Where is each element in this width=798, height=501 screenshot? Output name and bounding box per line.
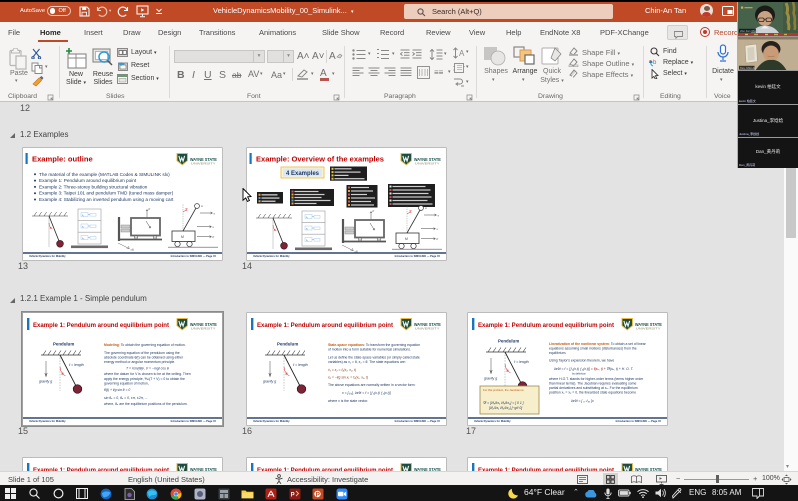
svg-text:Wei·Fan (Pua): Wei·Fan (Pua) <box>740 29 758 33</box>
svg-text:For this problem, the Jacobian: For this problem, the Jacobian is: <box>483 388 524 392</box>
svg-text:by definition: by definition <box>572 371 586 375</box>
svg-text:Using Taylor's expansion theor: Using Taylor's expansion theorem, we hav… <box>549 358 614 362</box>
svg-text:equilibrium.: equilibrium. <box>549 351 566 355</box>
svg-text:energy method or angular momen: energy method or angular momentum princi… <box>104 360 175 364</box>
svg-text:The material of the example (M: The material of the example (MATLAB Code… <box>39 171 170 176</box>
svg-text:Example: Overview of the examp: Example: Overview of the examples <box>256 154 384 163</box>
svg-text:partial derivatives and substi: partial derivatives and substituting at … <box>549 386 638 390</box>
svg-text:∂x⁄∂t = f = [ƒ₁(x,t) ƒ₂(x,t)]: ∂x⁄∂t = f = [ƒ₁(x,t) ƒ₂(x,t)] = f(xₑ, t)… <box>554 367 634 371</box>
svg-text:Example: outline: Example: outline <box>32 154 93 163</box>
svg-text:apply the energy principle, ⅒(: apply the energy principle, ⅒(T + V) = 0… <box>104 377 185 381</box>
svg-text:Linearization of the nonlinear: Linearization of the nonlinear system: T… <box>549 342 647 346</box>
svg-text:Let us define the state-space: Let us define the state-space variables … <box>328 355 420 359</box>
svg-text:State-space equations: To tra: State-space equations: To transform the … <box>328 343 420 347</box>
svg-text:than linear terms). The Jacob: than linear terms). The Jacobian require… <box>549 381 637 385</box>
svg-text:Modeling: To obtain the gover: Modeling: To obtain the governing equati… <box>104 343 186 347</box>
svg-text:Example 1: Pendulum around equ: Example 1: Pendulum around equilibrium p… <box>478 322 615 329</box>
svg-text:ẋ₂ = −ℓ⁄g sin x₁ = f₂(x₁, x₂,: ẋ₂ = −ℓ⁄g sin x₁ = f₂(x₁, x₂, t) <box>327 375 368 379</box>
svg-text:Tan, Chin-An: Tan, Chin-An <box>740 65 757 69</box>
svg-text:A: A <box>459 49 465 58</box>
svg-text:The governing equation of the: The governing equation of the pendulum u… <box>104 351 180 355</box>
svg-text:Example 1: Pendulum around equ: Example 1: Pendulum around equilibrium p… <box>257 322 394 329</box>
svg-text:a: a <box>649 59 652 65</box>
svg-text:T = ½m(ℓθ̇)², V = −mgℓ cos θ: T = ½m(ℓθ̇)², V = −mgℓ cos θ <box>126 366 169 370</box>
svg-text:P: P <box>316 491 321 498</box>
svg-text:equations assuming small motio: equations assuming small motions (distur… <box>549 346 637 350</box>
svg-text:position x₁ = x₂ = 0, the line: position x₁ = x₂ = 0, the linearized sta… <box>549 390 636 394</box>
svg-text:governing equation of motion,: governing equation of motion, <box>104 381 149 385</box>
svg-text:Example 3: Taipei 101 and pend: Example 3: Taipei 101 and pendulum TMD (… <box>39 190 174 195</box>
svg-text:∇f = [∂f₁/∂x₁ ∂f₁/∂x₂] = [ 0: ∇f = [∂f₁/∂x₁ ∂f₁/∂x₂] = [ 0 1 ] <box>483 401 524 405</box>
svg-text:Example 4: Stabilizing an inve: Example 4: Stabilizing an inverted pendu… <box>39 197 174 202</box>
svg-text:θ̈(t) + ℓ⁄g sin θ = 0: θ̈(t) + ℓ⁄g sin θ = 0 <box>104 388 130 392</box>
svg-text:∂x⁄∂t = [ ₀₋ℓ₁₀ ]x: ∂x⁄∂t = [ ₀₋ℓ₁₀ ]x <box>571 399 594 403</box>
svg-text:where H.O.T. stands for higher: where H.O.T. stands for higher-order ter… <box>549 377 644 381</box>
svg-text:where x is the state vector.: where x is the state vector. <box>328 399 368 403</box>
svg-text:variables) as x₁ = θ, x₂ = θ̇.: variables) as x₁ = θ, x₂ = θ̇. The state… <box>328 360 406 364</box>
svg-text:4 Examples: 4 Examples <box>286 170 320 176</box>
svg-text:of motion into a form suitable: of motion into a form suitable for numer… <box>328 347 411 351</box>
svg-text:x = [ₗ₁ₗ₂], ∂x⁄∂t = f = [ƒ: x = [ₗ₁ₗ₂], ∂x⁄∂t = f = [ƒ₁(x,t) ƒ₂(x,t)… <box>341 391 391 395</box>
svg-text:Example 2: Three-storey buildi: Example 2: Three-storey building structu… <box>39 184 148 189</box>
svg-text:where, θₑ are the equilibrium: where, θₑ are the equilibrium positions … <box>104 402 188 406</box>
svg-text:absolute coordinate θ(t) can b: absolute coordinate θ(t) can be obtained… <box>104 355 184 359</box>
svg-text:P: P <box>291 492 295 498</box>
svg-text:where the datum for V is chose: where the datum for V is chosen to be at… <box>104 372 191 376</box>
svg-text:ẋ₁ = x₂ = f₁(x₁, x₂, t): ẋ₁ = x₂ = f₁(x₁, x₂, t) <box>327 368 356 372</box>
svg-text:Example 1: Pendulum around equ: Example 1: Pendulum around equilibrium p… <box>33 322 170 329</box>
svg-text:Example 1: Pendulum around equ: Example 1: Pendulum around equilibrium p… <box>39 178 137 183</box>
svg-text:b: b <box>653 60 657 66</box>
svg-text:The above equations are normal: The above equations are normally written… <box>328 383 416 387</box>
svg-text:sin θₑ = 0, θₑ = 0, ±π, ±2π: sin θₑ = 0, θₑ = 0, ±π, ±2π, ... <box>104 396 148 400</box>
svg-text:[∂f₂/∂x₁ ∂f₂/∂x₂] [−g/ℓ 0]: [∂f₂/∂x₁ ∂f₂/∂x₂] [−g/ℓ 0] <box>488 406 522 410</box>
